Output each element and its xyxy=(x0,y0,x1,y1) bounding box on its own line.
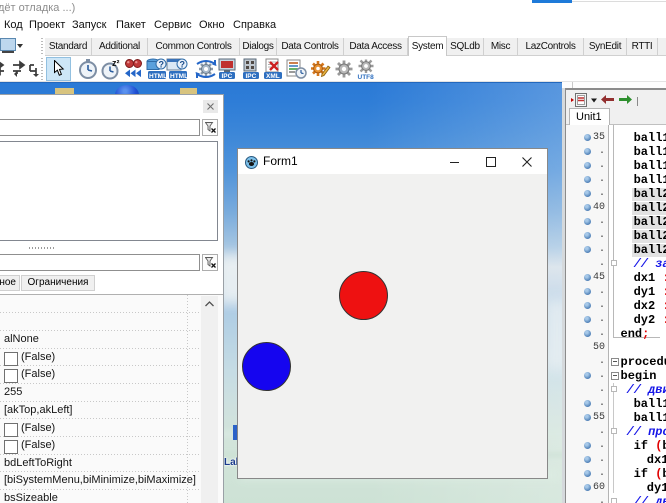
svg-text:HTML: HTML xyxy=(170,73,188,80)
svg-text:XML: XML xyxy=(266,73,280,80)
svg-text:?: ? xyxy=(180,60,186,70)
svg-text:HTML: HTML xyxy=(149,73,167,80)
svg-text:z²: z² xyxy=(112,58,120,68)
svg-text:?: ? xyxy=(159,60,165,70)
svg-text:UTF8: UTF8 xyxy=(358,74,375,80)
svg-text:IPC: IPC xyxy=(222,73,233,80)
svg-text:IPC: IPC xyxy=(246,73,257,80)
